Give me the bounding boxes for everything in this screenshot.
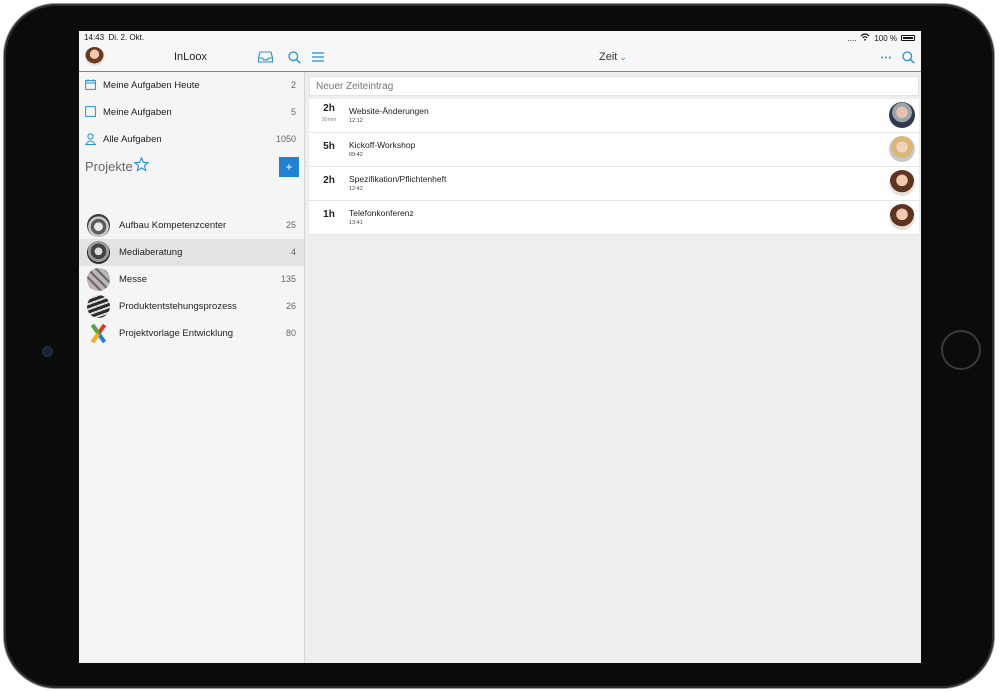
entry-time: 13:41 (349, 220, 363, 226)
project-image (87, 268, 110, 291)
home-button[interactable] (941, 330, 981, 370)
sidebar-item-label: Meine Aufgaben (103, 107, 172, 118)
battery-percent: 100 % (874, 33, 897, 43)
project-item-produktentstehung[interactable]: Produktentstehungsprozess 26 (79, 293, 304, 320)
entry-duration: 2h (323, 175, 335, 186)
assignee-avatar[interactable] (889, 136, 915, 162)
inbox-icon[interactable] (256, 48, 274, 66)
signal-dots: .... (847, 33, 857, 43)
sidebar-item-count: 5 (290, 107, 296, 117)
wifi-icon (860, 33, 870, 43)
entry-time: 12:12 (349, 118, 363, 124)
project-count: 135 (280, 274, 296, 284)
app-title: InLoox (174, 51, 208, 63)
add-project-button[interactable]: + (279, 157, 299, 177)
project-label: Mediaberatung (119, 247, 183, 258)
project-label: Projektvorlage Entwicklung (119, 328, 234, 339)
project-count: 4 (290, 247, 296, 257)
chevron-down-icon: ⌄ (619, 52, 627, 62)
status-time: 14:43 (84, 33, 105, 42)
entry-duration: 1h (323, 209, 335, 220)
assignee-avatar[interactable] (889, 204, 915, 230)
project-label: Produktentstehungsprozess (119, 301, 237, 312)
project-item-projektvorlage[interactable]: Projektvorlage Entwicklung 80 (79, 320, 304, 347)
project-label: Messe (119, 274, 147, 285)
person-icon (84, 133, 97, 145)
status-right: .... 100 % (847, 33, 915, 43)
status-bar: 14:43 Di. 2. Okt. .... 100 % (79, 31, 921, 43)
sidebar-item-count: 2 (290, 80, 296, 90)
navigation-bar: InLoox Zeit ⌄ (79, 43, 921, 72)
sidebar-item-label: Meine Aufgaben Heute (103, 80, 200, 91)
project-item-messe[interactable]: Messe 135 (79, 266, 304, 293)
entry-title: Website-Änderungen (349, 106, 429, 116)
project-image (87, 214, 110, 237)
time-entry-row[interactable]: 2h 30min Website-Änderungen 12:12 (309, 99, 919, 133)
sidebar-item-my-tasks[interactable]: Meine Aufgaben 5 (79, 99, 304, 126)
project-item-aufbau[interactable]: Aufbau Kompetenzcenter 25 (79, 212, 304, 239)
project-count: 26 (285, 301, 296, 311)
view-title: Zeit (599, 51, 618, 63)
project-count: 25 (285, 220, 296, 230)
assignee-avatar[interactable] (889, 102, 915, 128)
search-icon[interactable] (285, 48, 303, 66)
menu-icon[interactable] (309, 48, 327, 66)
star-icon[interactable] (133, 156, 150, 176)
entry-title: Kickoff-Workshop (349, 140, 416, 150)
entry-time: 09:42 (349, 152, 363, 158)
main-content: 2h 30min Website-Änderungen 12:12 5h Kic… (306, 72, 921, 663)
calendar-icon (85, 79, 96, 90)
project-label: Aufbau Kompetenzcenter (119, 220, 227, 231)
screen: 14:43 Di. 2. Okt. .... 100 % InLoox Zeit… (79, 31, 921, 663)
view-switcher[interactable]: Zeit ⌄ (599, 51, 627, 63)
entry-duration-sub: 30min (321, 117, 337, 123)
user-avatar[interactable] (85, 47, 104, 66)
sidebar: Meine Aufgaben Heute 2 Meine Aufgaben 5 … (79, 72, 305, 663)
time-entry-row[interactable]: 1h Telefonkonferenz 13:41 (309, 201, 919, 235)
sidebar-item-all-tasks[interactable]: Alle Aufgaben 1050 (79, 126, 304, 153)
search-main-icon[interactable] (899, 48, 917, 66)
projects-heading: Projekte (85, 159, 133, 174)
checkbox-icon (85, 106, 96, 117)
front-camera (43, 347, 52, 356)
project-item-mediaberatung[interactable]: Mediaberatung 4 (79, 239, 304, 266)
entry-title: Telefonkonferenz (349, 208, 414, 218)
entry-time: 12:42 (349, 186, 363, 192)
new-time-entry-input[interactable] (309, 76, 919, 96)
assignee-avatar[interactable] (889, 170, 915, 196)
sidebar-item-count: 1050 (275, 134, 296, 144)
status-date: Di. 2. Okt. (108, 33, 145, 42)
sidebar-item-label: Alle Aufgaben (103, 134, 162, 145)
project-image (87, 241, 110, 264)
entry-title: Spezifikation/Pflichtenheft (349, 174, 447, 184)
time-entry-row[interactable]: 2h Spezifikation/Pflichtenheft 12:42 (309, 167, 919, 201)
status-left: 14:43 Di. 2. Okt. (84, 33, 144, 42)
time-entry-list: 2h 30min Website-Änderungen 12:12 5h Kic… (309, 99, 919, 235)
project-count: 80 (285, 328, 296, 338)
sidebar-item-tasks-today[interactable]: Meine Aufgaben Heute 2 (79, 72, 304, 99)
project-logo-icon (87, 322, 110, 345)
time-entry-row[interactable]: 5h Kickoff-Workshop 09:42 (309, 133, 919, 167)
entry-duration: 5h (323, 141, 335, 152)
more-icon[interactable] (877, 48, 895, 66)
entry-duration: 2h (323, 103, 335, 114)
project-image (87, 295, 110, 318)
battery-icon (901, 35, 915, 41)
